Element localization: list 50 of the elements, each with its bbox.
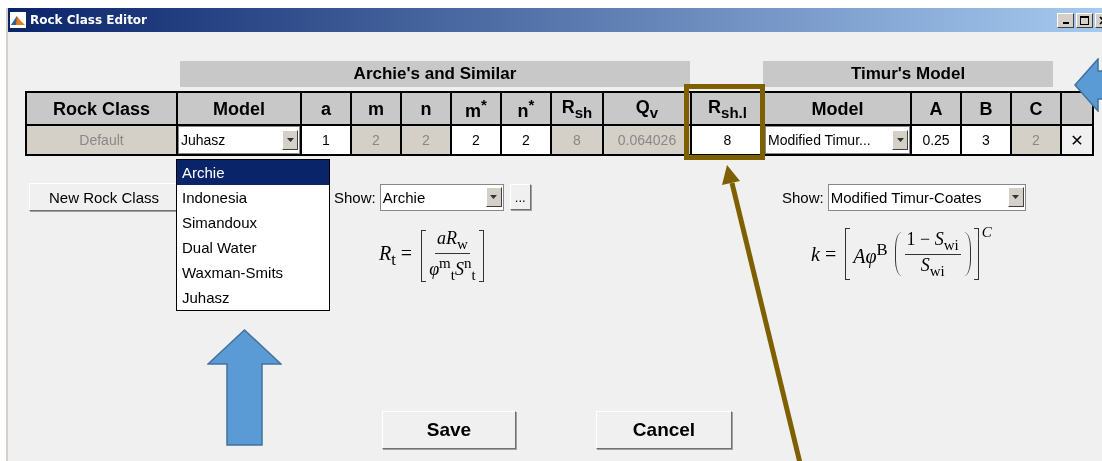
value-field[interactable]: 0.25 [912,126,960,154]
left-arrow [1074,58,1102,112]
value-field[interactable]: 3 [962,126,1010,154]
column-header: m [351,92,401,125]
minimize-button[interactable] [1057,12,1074,28]
column-header: Model [764,92,911,125]
dropdown-icon [892,130,908,150]
value-field[interactable]: 2 [502,126,550,154]
column-header: Model [177,92,301,125]
show-select[interactable]: Modified Timur-Coates [827,183,1026,211]
new-rock-class-button[interactable]: New Rock Class [29,183,179,211]
value-field[interactable]: 2 [452,126,500,154]
cancel-button[interactable]: Cancel [596,411,732,450]
show-select[interactable]: Archie [379,183,504,211]
minimize-icon [1062,21,1069,24]
dropdown-icon [282,130,298,150]
column-header: m$^{*}$ [451,92,501,125]
dropdown-option[interactable]: Simandoux [177,210,329,235]
column-header: C [1011,92,1061,125]
dropdown-option[interactable]: Juhasz [177,285,329,310]
show-label: Show: [334,188,376,206]
maximize-icon [1080,15,1089,25]
dropdown-option[interactable]: Waxman-Smits [177,260,329,285]
more-button[interactable]: ... [509,184,531,210]
show-label: Show: [782,188,824,206]
dropdown-icon [485,187,502,207]
dropdown-option[interactable]: Indonesia [177,185,329,210]
dropdown-option[interactable]: Archie [177,160,329,185]
model-select[interactable]: Modified Timur... [765,126,910,154]
window-title: Rock Class Editor [30,13,148,27]
timur-formula: k = Aφ$^{B}$ 1 − S$_{wi}$ S$_{wi}$ C [811,228,993,280]
dropdown-icon [1007,187,1024,207]
maximize-button[interactable] [1076,12,1093,28]
column-header: n [401,92,451,125]
column-header: R$_{sh}$ [551,92,603,125]
delete-button[interactable]: ✕ [1062,126,1092,154]
group-header: Archie's and Similar [180,61,690,87]
column-header: Rock Class [26,92,177,125]
model-select[interactable]: Juhasz [178,126,300,154]
value-field[interactable]: 8 [692,126,763,154]
mountain-icon [10,12,26,28]
save-button[interactable]: Save [382,411,516,450]
column-header: B [961,92,1011,125]
column-header: a [301,92,351,125]
value-field[interactable]: 1 [302,126,350,154]
column-header: n$^{*}$ [501,92,551,125]
group-header: Timur's Model [763,61,1053,87]
column-header: A [911,92,961,125]
column-header: Q$_{v}$ [603,92,691,125]
dropdown-option[interactable]: Dual Water [177,235,329,260]
